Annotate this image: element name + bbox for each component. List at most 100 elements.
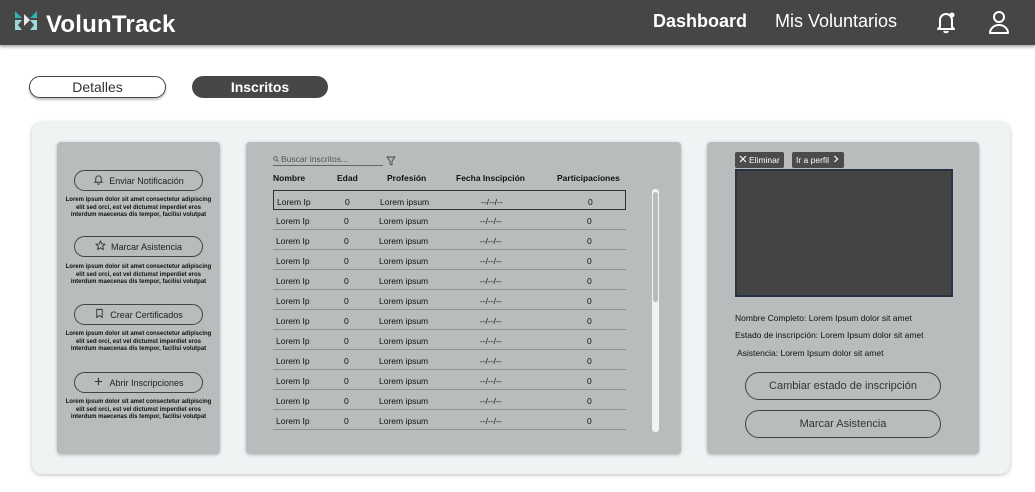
bell-icon[interactable] — [933, 9, 959, 35]
cell-enrollment-date: --/--/-- — [481, 197, 503, 207]
close-icon — [739, 155, 747, 165]
cell-participations: 0 — [588, 197, 593, 207]
search-input[interactable]: Buscar inscritos... — [273, 154, 383, 166]
cell-profession: Lorem ipsum — [379, 396, 429, 406]
open-enrollment-button[interactable]: Abrir Inscripciones — [74, 372, 203, 393]
cell-enrollment-date: --/--/-- — [480, 316, 502, 326]
cell-name: Lorem Ip — [276, 216, 310, 226]
cell-profession: Lorem ipsum — [379, 336, 429, 346]
cell-age: 0 — [344, 276, 349, 286]
cell-profession: Lorem ipsum — [379, 296, 429, 306]
cell-enrollment-date: --/--/-- — [480, 336, 502, 346]
cell-enrollment-date: --/--/-- — [480, 296, 502, 306]
mark-attendance-description: Lorem ipsum dolor sit amet consectetur a… — [65, 264, 212, 285]
search-icon — [273, 154, 281, 164]
top-navigation-bar: VolunTrack Dashboard Mis Voluntarios — [0, 0, 1035, 45]
cell-name: Lorem Ip — [277, 197, 311, 207]
cell-age: 0 — [344, 296, 349, 306]
table-row[interactable]: Lorem Ip 0 Lorem ipsum --/--/-- 0 — [273, 330, 626, 350]
brand[interactable]: VolunTrack — [12, 8, 176, 41]
table-row[interactable]: Lorem Ip 0 Lorem ipsum --/--/-- 0 — [273, 350, 626, 370]
cell-age: 0 — [344, 316, 349, 326]
table-row[interactable]: Lorem Ip 0 Lorem ipsum --/--/-- 0 — [273, 390, 626, 410]
cell-participations: 0 — [587, 396, 592, 406]
attendance-text: Asistencia: Lorem Ipsum dolor sit amet — [737, 348, 884, 358]
enrollment-status-text: Estado de inscripción: Lorem Ipsum dolor… — [735, 330, 924, 340]
cell-participations: 0 — [587, 216, 592, 226]
tab-enrolled[interactable]: Inscritos — [192, 76, 328, 98]
cell-enrollment-date: --/--/-- — [480, 376, 502, 386]
nav-volunteers-link[interactable]: Mis Voluntarios — [775, 11, 897, 32]
table-row[interactable]: Lorem Ip 0 Lorem ipsum --/--/-- 0 — [273, 370, 626, 390]
cell-name: Lorem Ip — [276, 376, 310, 386]
open-enrollment-label: Abrir Inscripciones — [109, 377, 184, 388]
cell-participations: 0 — [587, 296, 592, 306]
plus-icon — [93, 376, 109, 389]
cell-profession: Lorem ipsum — [379, 216, 429, 226]
bell-icon — [93, 174, 109, 187]
tab-details[interactable]: Detalles — [29, 76, 166, 98]
create-certificates-label: Crear Certificados — [110, 309, 183, 320]
cell-enrollment-date: --/--/-- — [480, 356, 502, 366]
table-scrollbar[interactable] — [652, 189, 659, 432]
column-header-profession[interactable]: Profesión — [387, 173, 426, 183]
cell-name: Lorem Ip — [276, 296, 310, 306]
create-certificates-button[interactable]: Crear Certificados — [74, 304, 203, 325]
cell-name: Lorem Ip — [276, 236, 310, 246]
cell-age: 0 — [344, 236, 349, 246]
delete-label: Eliminar — [749, 155, 780, 165]
change-status-button[interactable]: Cambiar estado de inscripción — [745, 372, 941, 400]
table-row[interactable]: Lorem Ip 0 Lorem ipsum --/--/-- 0 — [273, 410, 626, 430]
cell-profession: Lorem ipsum — [379, 236, 429, 246]
cell-profession: Lorem ipsum — [379, 376, 429, 386]
volunteer-detail-panel: Eliminar Ir a perfil Nombre Completo: Lo… — [707, 142, 979, 454]
table-row[interactable]: Lorem Ip 0 Lorem ipsum --/--/-- 0 — [273, 250, 626, 270]
mark-attendance-action-button[interactable]: Marcar Asistencia — [74, 236, 203, 257]
column-header-participations[interactable]: Participaciones — [557, 173, 620, 183]
chevron-right-icon — [832, 155, 840, 165]
cell-enrollment-date: --/--/-- — [480, 416, 502, 426]
send-notification-label: Enviar Notificación — [109, 175, 184, 186]
table-row[interactable]: Lorem Ip 0 Lorem ipsum --/--/-- 0 — [273, 290, 626, 310]
scrollbar-thumb[interactable] — [653, 192, 658, 302]
nav-dashboard-link[interactable]: Dashboard — [653, 11, 747, 32]
cell-profession: Lorem ipsum — [379, 356, 429, 366]
cell-profession: Lorem ipsum — [379, 416, 429, 426]
cell-age: 0 — [344, 336, 349, 346]
column-header-age[interactable]: Edad — [337, 173, 358, 183]
cell-enrollment-date: --/--/-- — [480, 276, 502, 286]
cell-participations: 0 — [587, 316, 592, 326]
table-row[interactable]: Lorem Ip 0 Lorem ipsum --/--/-- 0 — [273, 190, 626, 210]
create-certificates-description: Lorem ipsum dolor sit amet consectetur a… — [65, 331, 212, 352]
delete-button[interactable]: Eliminar — [735, 152, 784, 168]
table-row[interactable]: Lorem Ip 0 Lorem ipsum --/--/-- 0 — [273, 310, 626, 330]
cell-participations: 0 — [587, 376, 592, 386]
cell-name: Lorem Ip — [276, 276, 310, 286]
user-icon[interactable] — [986, 9, 1012, 35]
actions-panel: Enviar Notificación Lorem ipsum dolor si… — [57, 142, 220, 454]
go-to-profile-button[interactable]: Ir a perfil — [792, 152, 845, 168]
cell-age: 0 — [345, 197, 350, 207]
search-placeholder: Buscar inscritos... — [281, 154, 349, 164]
column-header-enrollment-date[interactable]: Fecha Inscipción — [456, 173, 525, 183]
send-notification-button[interactable]: Enviar Notificación — [74, 170, 203, 191]
profile-photo-placeholder — [735, 169, 953, 297]
table-row[interactable]: Lorem Ip 0 Lorem ipsum --/--/-- 0 — [273, 270, 626, 290]
cell-age: 0 — [344, 376, 349, 386]
cell-name: Lorem Ip — [276, 356, 310, 366]
cell-participations: 0 — [587, 356, 592, 366]
cell-name: Lorem Ip — [276, 396, 310, 406]
table-row[interactable]: Lorem Ip 0 Lorem ipsum --/--/-- 0 — [273, 230, 626, 250]
bookmark-icon — [94, 308, 110, 321]
voluntrack-logo-icon — [12, 8, 40, 41]
send-notification-description: Lorem ipsum dolor sit amet consectetur a… — [65, 197, 212, 218]
table-row[interactable]: Lorem Ip 0 Lorem ipsum --/--/-- 0 — [273, 210, 626, 230]
cell-profession: Lorem ipsum — [379, 256, 429, 266]
cell-profession: Lorem ipsum — [379, 316, 429, 326]
cell-participations: 0 — [587, 276, 592, 286]
star-icon — [95, 240, 111, 253]
filter-icon[interactable] — [386, 153, 396, 166]
column-header-name[interactable]: Nombre — [273, 173, 305, 183]
mark-attendance-button[interactable]: Marcar Asistencia — [745, 410, 941, 438]
brand-name: VolunTrack — [46, 10, 176, 38]
